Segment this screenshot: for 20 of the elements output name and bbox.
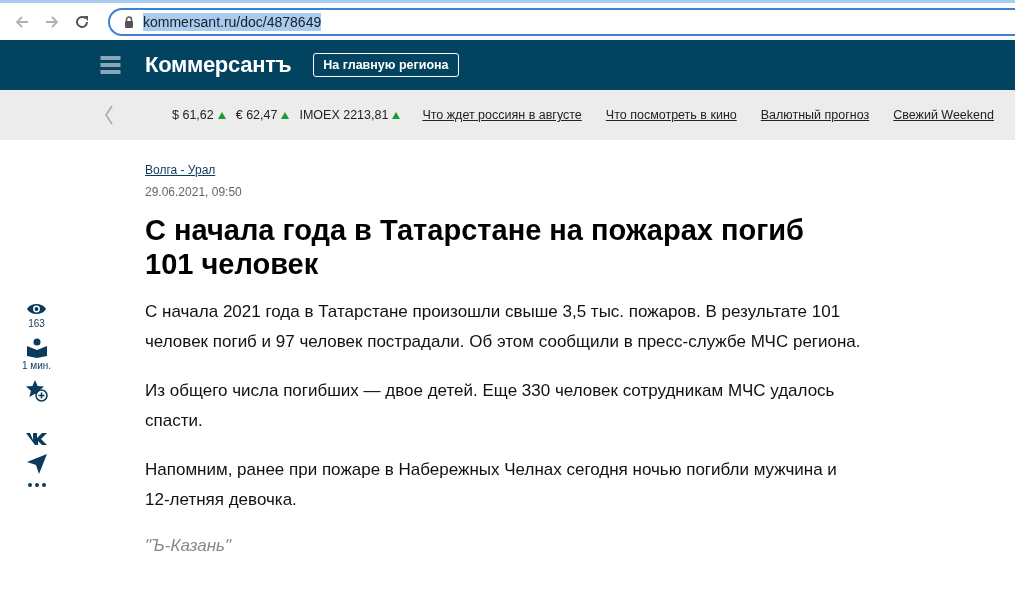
article-paragraph: Из общего числа погибших — двое детей. Еще 330 человек сотрудникам МЧС удалось спасти. <box>145 380 836 432</box>
quote-value: $ 61,62 <box>172 108 214 122</box>
ticker-link[interactable]: Что ждет россиян в августе <box>422 108 582 122</box>
publish-date: 29.06.2021, 09:50 <box>145 185 243 199</box>
views-count: 163 <box>28 318 45 329</box>
quote-value: IMOEX 2213,81 <box>299 108 389 122</box>
region-home-button[interactable]: На главную региона <box>313 53 459 77</box>
article-source: "Ъ-Казань" <box>145 536 233 556</box>
url-text: kommersant.ru/doc/4878649 <box>143 12 322 31</box>
quote-value: € 62,47 <box>235 108 278 122</box>
address-bar[interactable]: kommersant.ru/doc/4878649 <box>108 7 1015 36</box>
article-paragraph: Напомним, ранее при пожаре в Набережных Челнах сегодня ночью погибли мужчина и 12-летняя девочка. <box>145 459 838 511</box>
section-link[interactable]: Волга - Урал <box>145 163 216 177</box>
article-paragraph: С начала 2021 года в Татарстане произошли свыше 3,5 тыс. пожаров. В результате 101 человек погиб и 97 человек пострадали. Об этом сообщили в пресс-службе МЧС региона. <box>145 301 862 353</box>
article-title: С начала года в Татарстане на пожарах погиб 101 человек <box>145 213 805 281</box>
ticker-link[interactable]: Что посмотреть в кино <box>605 108 737 122</box>
read-time: 1 мин. <box>21 360 52 371</box>
ticker-link[interactable]: Свежий Weekend <box>893 108 994 122</box>
ticker-link[interactable]: Валютный прогноз <box>760 108 870 122</box>
site-logo[interactable]: Коммерсантъ <box>145 52 292 78</box>
